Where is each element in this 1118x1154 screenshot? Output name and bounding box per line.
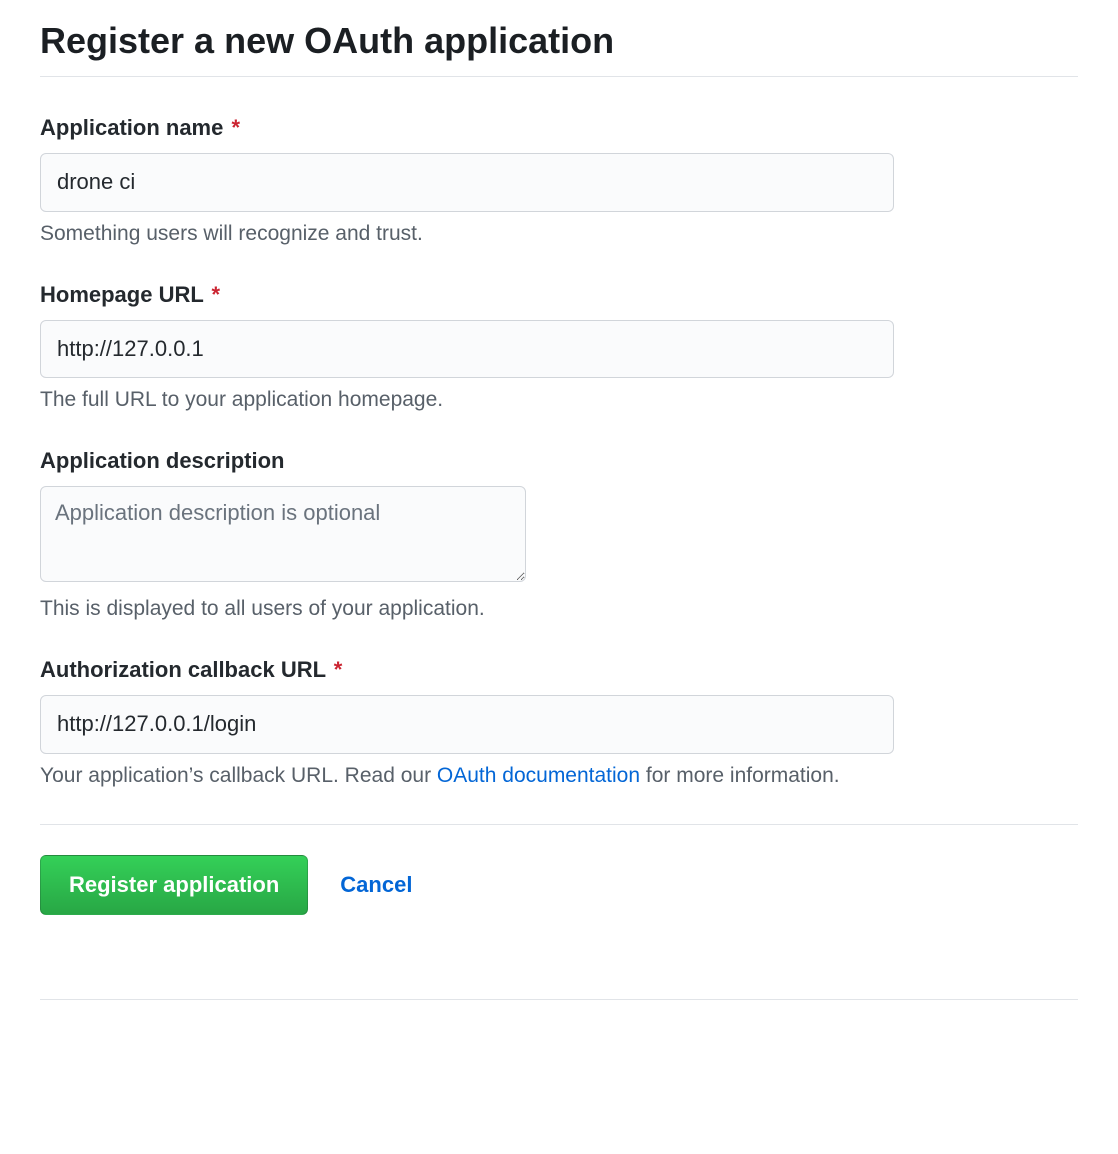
app-name-input[interactable] xyxy=(40,153,894,212)
app-name-group: Application name * Something users will … xyxy=(40,115,1078,246)
page-footer-divider xyxy=(40,999,1078,1000)
required-asterisk-icon: * xyxy=(231,115,240,140)
app-name-hint: Something users will recognize and trust… xyxy=(40,222,1078,246)
form-actions: Register application Cancel xyxy=(40,824,1078,915)
callback-url-input[interactable] xyxy=(40,695,894,754)
description-hint: This is displayed to all users of your a… xyxy=(40,597,1078,621)
callback-url-hint: Your application’s callback URL. Read ou… xyxy=(40,764,1078,788)
description-textarea[interactable] xyxy=(40,486,526,582)
homepage-url-label-text: Homepage URL xyxy=(40,282,203,307)
description-label-text: Application description xyxy=(40,448,284,473)
description-group: Application description This is displaye… xyxy=(40,448,1078,621)
description-label: Application description xyxy=(40,448,1078,474)
homepage-url-group: Homepage URL * The full URL to your appl… xyxy=(40,282,1078,413)
app-name-label: Application name * xyxy=(40,115,1078,141)
homepage-url-label: Homepage URL * xyxy=(40,282,1078,308)
callback-url-label: Authorization callback URL * xyxy=(40,657,1078,683)
homepage-url-input[interactable] xyxy=(40,320,894,379)
callback-url-hint-prefix: Your application’s callback URL. Read ou… xyxy=(40,764,437,787)
required-asterisk-icon: * xyxy=(334,657,343,682)
required-asterisk-icon: * xyxy=(212,282,221,307)
oauth-registration-form: Application name * Something users will … xyxy=(40,115,1078,915)
register-application-button[interactable]: Register application xyxy=(40,855,308,915)
homepage-url-hint: The full URL to your application homepag… xyxy=(40,388,1078,412)
app-name-label-text: Application name xyxy=(40,115,223,140)
cancel-link[interactable]: Cancel xyxy=(340,872,412,898)
oauth-docs-link[interactable]: OAuth documentation xyxy=(437,764,640,787)
page-title: Register a new OAuth application xyxy=(40,20,1078,77)
callback-url-hint-suffix: for more information. xyxy=(640,764,840,787)
callback-url-label-text: Authorization callback URL xyxy=(40,657,326,682)
callback-url-group: Authorization callback URL * Your applic… xyxy=(40,657,1078,788)
